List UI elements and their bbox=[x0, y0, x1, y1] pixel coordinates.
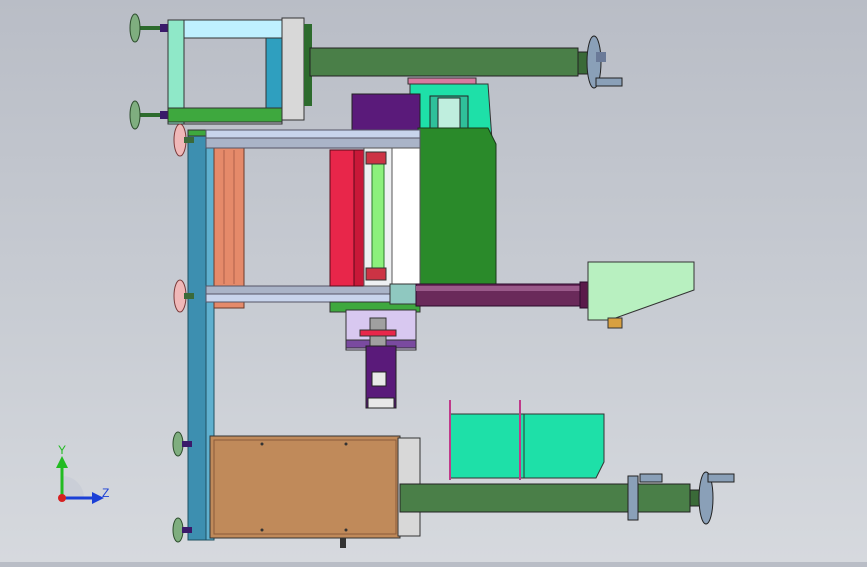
leveling-foot-top-1 bbox=[129, 13, 170, 43]
lower-rail bbox=[205, 285, 421, 303]
cad-viewport[interactable]: Y Z bbox=[0, 0, 867, 562]
ball-screw-assembly bbox=[363, 147, 421, 287]
hopper bbox=[587, 261, 695, 329]
machine-assembly-drawing: Y Z bbox=[56, 13, 735, 548]
purple-motor bbox=[351, 93, 421, 131]
rail-connector bbox=[389, 283, 417, 305]
purple-pipe bbox=[415, 281, 591, 309]
z-axis-label: Z bbox=[102, 486, 109, 500]
x-axis-dot bbox=[58, 494, 66, 502]
upper-frame bbox=[167, 17, 312, 125]
coordinate-triad: Y Z bbox=[56, 443, 109, 504]
leveling-foot-top-2 bbox=[129, 100, 170, 130]
green-side-panel bbox=[417, 127, 497, 285]
red-actuator bbox=[329, 149, 365, 287]
salmon-plate bbox=[213, 143, 245, 309]
lower-bins bbox=[449, 400, 605, 480]
upper-rail bbox=[205, 129, 421, 149]
y-axis-label: Y bbox=[58, 443, 66, 457]
lower-carriage bbox=[329, 301, 421, 409]
wood-panel bbox=[209, 435, 421, 548]
